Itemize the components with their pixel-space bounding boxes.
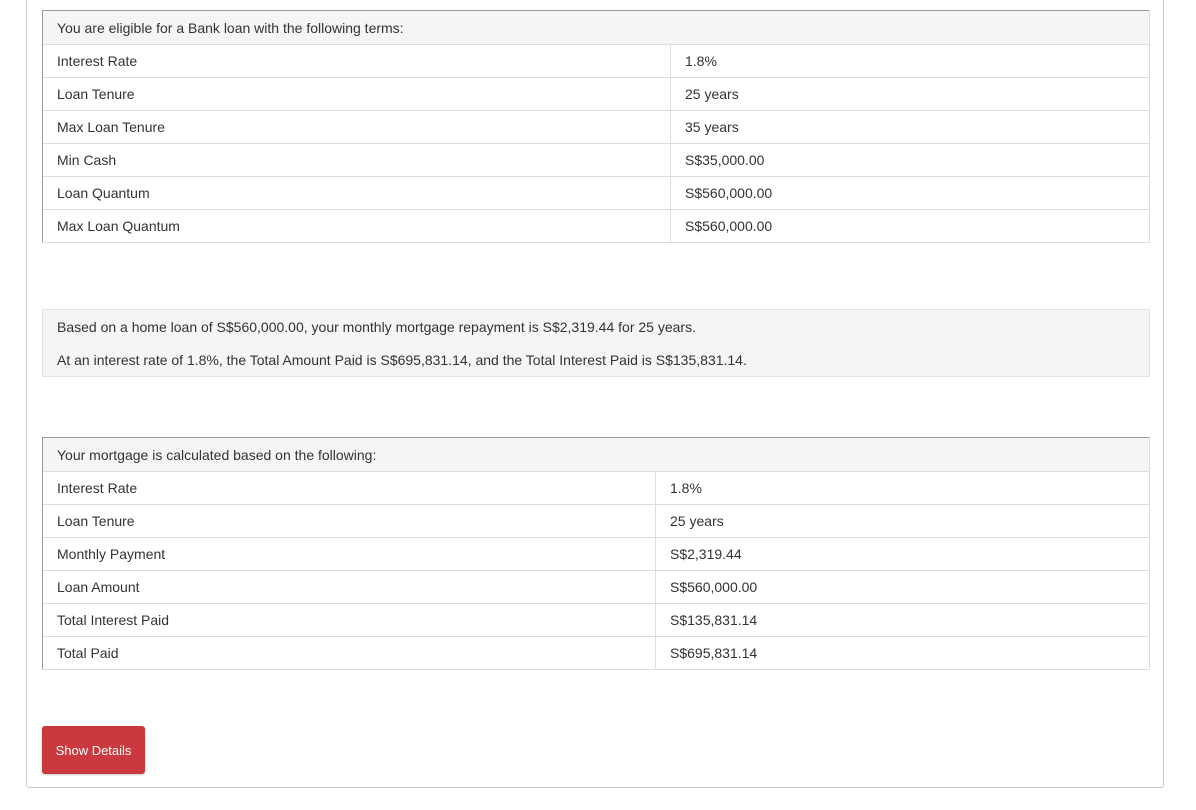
row-label: Max Loan Quantum xyxy=(42,209,671,243)
table-row: Interest Rate 1.8% xyxy=(42,471,1150,505)
row-value: S$560,000.00 xyxy=(670,176,1150,210)
eligible-terms-table: You are eligible for a Bank loan with th… xyxy=(42,10,1150,243)
row-label: Interest Rate xyxy=(42,471,656,505)
row-value: 1.8% xyxy=(670,44,1150,78)
row-value: S$560,000.00 xyxy=(670,209,1150,243)
row-value: S$560,000.00 xyxy=(655,570,1150,604)
row-value: S$35,000.00 xyxy=(670,143,1150,177)
table-row: Interest Rate 1.8% xyxy=(42,44,1150,78)
summary-line-repayment: Based on a home loan of S$560,000.00, yo… xyxy=(57,319,696,335)
row-label: Total Interest Paid xyxy=(42,603,656,637)
summary-line-totals: At an interest rate of 1.8%, the Total A… xyxy=(57,352,747,368)
row-value: 1.8% xyxy=(655,471,1150,505)
mortgage-calculation-table: Your mortgage is calculated based on the… xyxy=(42,437,1150,670)
mortgage-calculation-heading: Your mortgage is calculated based on the… xyxy=(42,437,1150,472)
table-row: Max Loan Quantum S$560,000.00 xyxy=(42,209,1150,243)
table-row: Total Interest Paid S$135,831.14 xyxy=(42,603,1150,637)
row-value: S$135,831.14 xyxy=(655,603,1150,637)
row-label: Total Paid xyxy=(42,636,656,670)
row-label: Loan Amount xyxy=(42,570,656,604)
table-row: Loan Quantum S$560,000.00 xyxy=(42,176,1150,210)
table-row: Min Cash S$35,000.00 xyxy=(42,143,1150,177)
row-value: 25 years xyxy=(655,504,1150,538)
row-label: Loan Tenure xyxy=(42,504,656,538)
repayment-summary: Based on a home loan of S$560,000.00, yo… xyxy=(42,309,1150,377)
row-value: S$695,831.14 xyxy=(655,636,1150,670)
table-row: Total Paid S$695,831.14 xyxy=(42,636,1150,670)
page: You are eligible for a Bank loan with th… xyxy=(0,0,1196,810)
table-row: Loan Amount S$560,000.00 xyxy=(42,570,1150,604)
row-value: S$2,319.44 xyxy=(655,537,1150,571)
table-row: Max Loan Tenure 35 years xyxy=(42,110,1150,144)
row-label: Loan Quantum xyxy=(42,176,671,210)
table-row: Monthly Payment S$2,319.44 xyxy=(42,537,1150,571)
row-label: Min Cash xyxy=(42,143,671,177)
row-value: 25 years xyxy=(670,77,1150,111)
mortgage-calculation-header: Your mortgage is calculated based on the… xyxy=(42,437,1150,472)
row-value: 35 years xyxy=(670,110,1150,144)
show-details-button[interactable]: Show Details xyxy=(42,726,145,774)
row-label: Monthly Payment xyxy=(42,537,656,571)
eligible-terms-heading: You are eligible for a Bank loan with th… xyxy=(42,10,1150,45)
table-row: Loan Tenure 25 years xyxy=(42,504,1150,538)
eligible-terms-header: You are eligible for a Bank loan with th… xyxy=(42,10,1150,45)
row-label: Max Loan Tenure xyxy=(42,110,671,144)
table-row: Loan Tenure 25 years xyxy=(42,77,1150,111)
row-label: Loan Tenure xyxy=(42,77,671,111)
row-label: Interest Rate xyxy=(42,44,671,78)
